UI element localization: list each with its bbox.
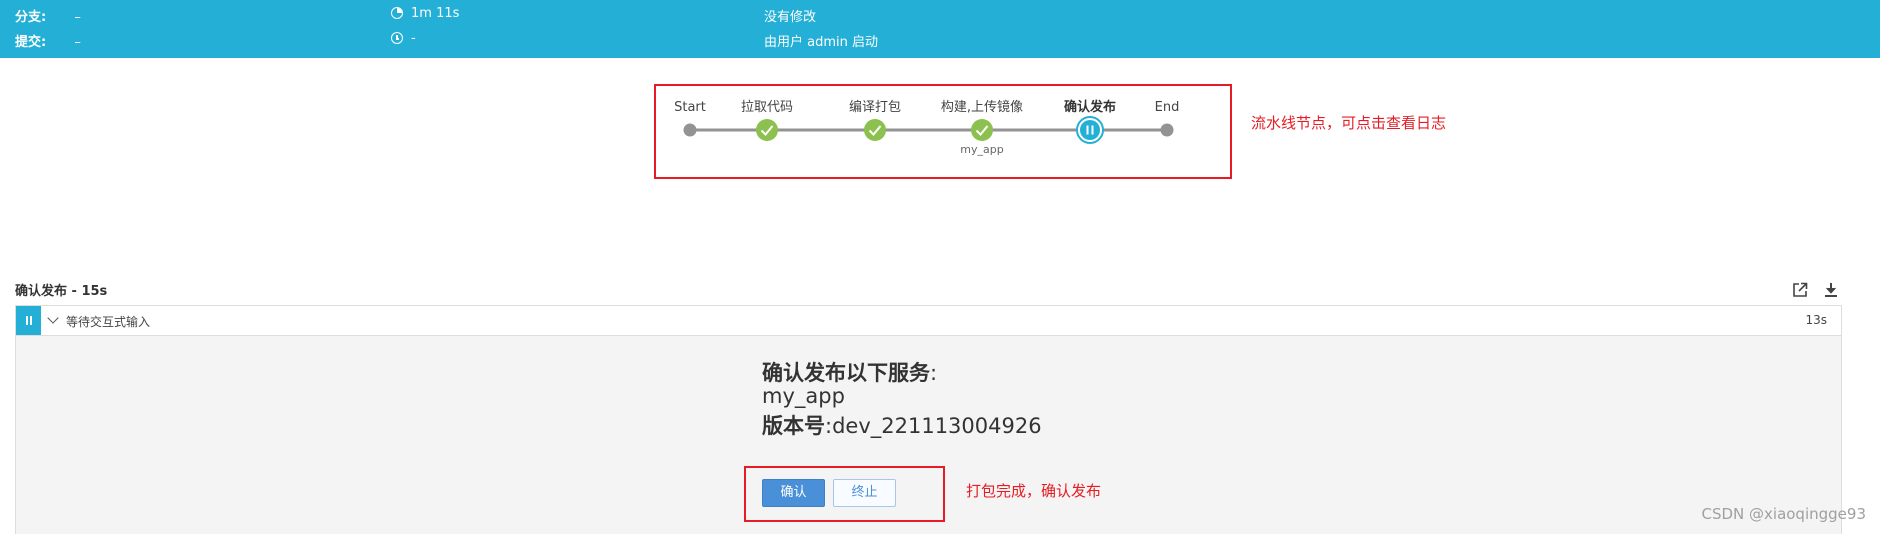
chevron-down-icon[interactable] — [47, 312, 59, 324]
duration-value: 1m 11s — [411, 6, 460, 21]
pause-icon — [1086, 125, 1089, 135]
end-node[interactable] — [1160, 123, 1174, 137]
started-by-info: 由用户 admin 启动 — [764, 35, 878, 50]
branch-info: 分支: – — [15, 6, 81, 25]
step-row-label: 等待交互式输入 — [66, 315, 151, 329]
stage-confirm-node[interactable] — [1076, 116, 1104, 144]
stage-pull-code-node[interactable] — [756, 119, 778, 141]
step-title: 确认发布 - 15s — [15, 284, 108, 299]
download-icon[interactable] — [1822, 281, 1840, 299]
open-external-icon[interactable] — [1791, 281, 1809, 299]
buttons-annotation: 打包完成，确认发布 — [966, 482, 1102, 500]
commit-label: 提交: — [15, 35, 47, 50]
commit-info: 提交: – — [15, 31, 81, 50]
duration-info: 1m 11s — [391, 6, 459, 21]
version-label: 版本号 — [762, 414, 825, 438]
version-value: :dev_221113004926 — [825, 414, 1042, 438]
pause-status-icon — [16, 306, 41, 335]
confirm-message-heading: 确认发布以下服务 — [762, 361, 930, 385]
stage-build-image-node[interactable] — [971, 119, 993, 141]
service-name: my_app — [762, 384, 845, 408]
started-value: - — [411, 31, 416, 46]
stage-compile-node[interactable] — [864, 119, 886, 141]
clock-icon — [391, 32, 403, 44]
branch-label: 分支: — [15, 10, 47, 25]
confirm-message-colon: : — [930, 361, 938, 385]
started-info: - — [391, 31, 416, 46]
abort-button[interactable]: 终止 — [833, 479, 896, 507]
stage-build-image-label: 构建,上传镜像 — [941, 100, 1023, 115]
stage-start-label: Start — [674, 100, 706, 115]
pipeline-annotation: 流水线节点，可点击查看日志 — [1251, 114, 1447, 132]
stage-compile-label: 编译打包 — [849, 100, 901, 115]
stage-build-image-sublabel: my_app — [960, 143, 1003, 156]
run-info-bar: 分支: – 提交: – 1m 11s - 没有修改 由用户 admin 启动 — [0, 0, 1880, 58]
step-row-duration: 13s — [1805, 313, 1827, 327]
stage-pull-code-label: 拉取代码 — [741, 100, 793, 115]
commit-value: – — [74, 35, 81, 50]
watermark: CSDN @xiaoqingge93 — [1701, 505, 1866, 523]
pause-icon-bar — [1091, 125, 1094, 135]
stage-confirm-label: 确认发布 — [1064, 99, 1116, 115]
duration-icon — [391, 7, 403, 19]
confirm-button[interactable]: 确认 — [762, 479, 825, 507]
step-row-waiting-input[interactable]: 等待交互式输入 13s — [15, 305, 1842, 336]
stage-end-label: End — [1155, 100, 1180, 115]
confirm-message-title: 确认发布以下服务: — [762, 357, 937, 387]
branch-value: – — [74, 10, 81, 25]
version-line: 版本号:dev_221113004926 — [762, 410, 1042, 440]
pipeline-graph: Start 拉取代码 编译打包 构建,上传镜像 my_app 确认发布 End — [674, 99, 1180, 156]
changes-info: 没有修改 — [764, 10, 817, 25]
start-node[interactable] — [683, 123, 697, 137]
